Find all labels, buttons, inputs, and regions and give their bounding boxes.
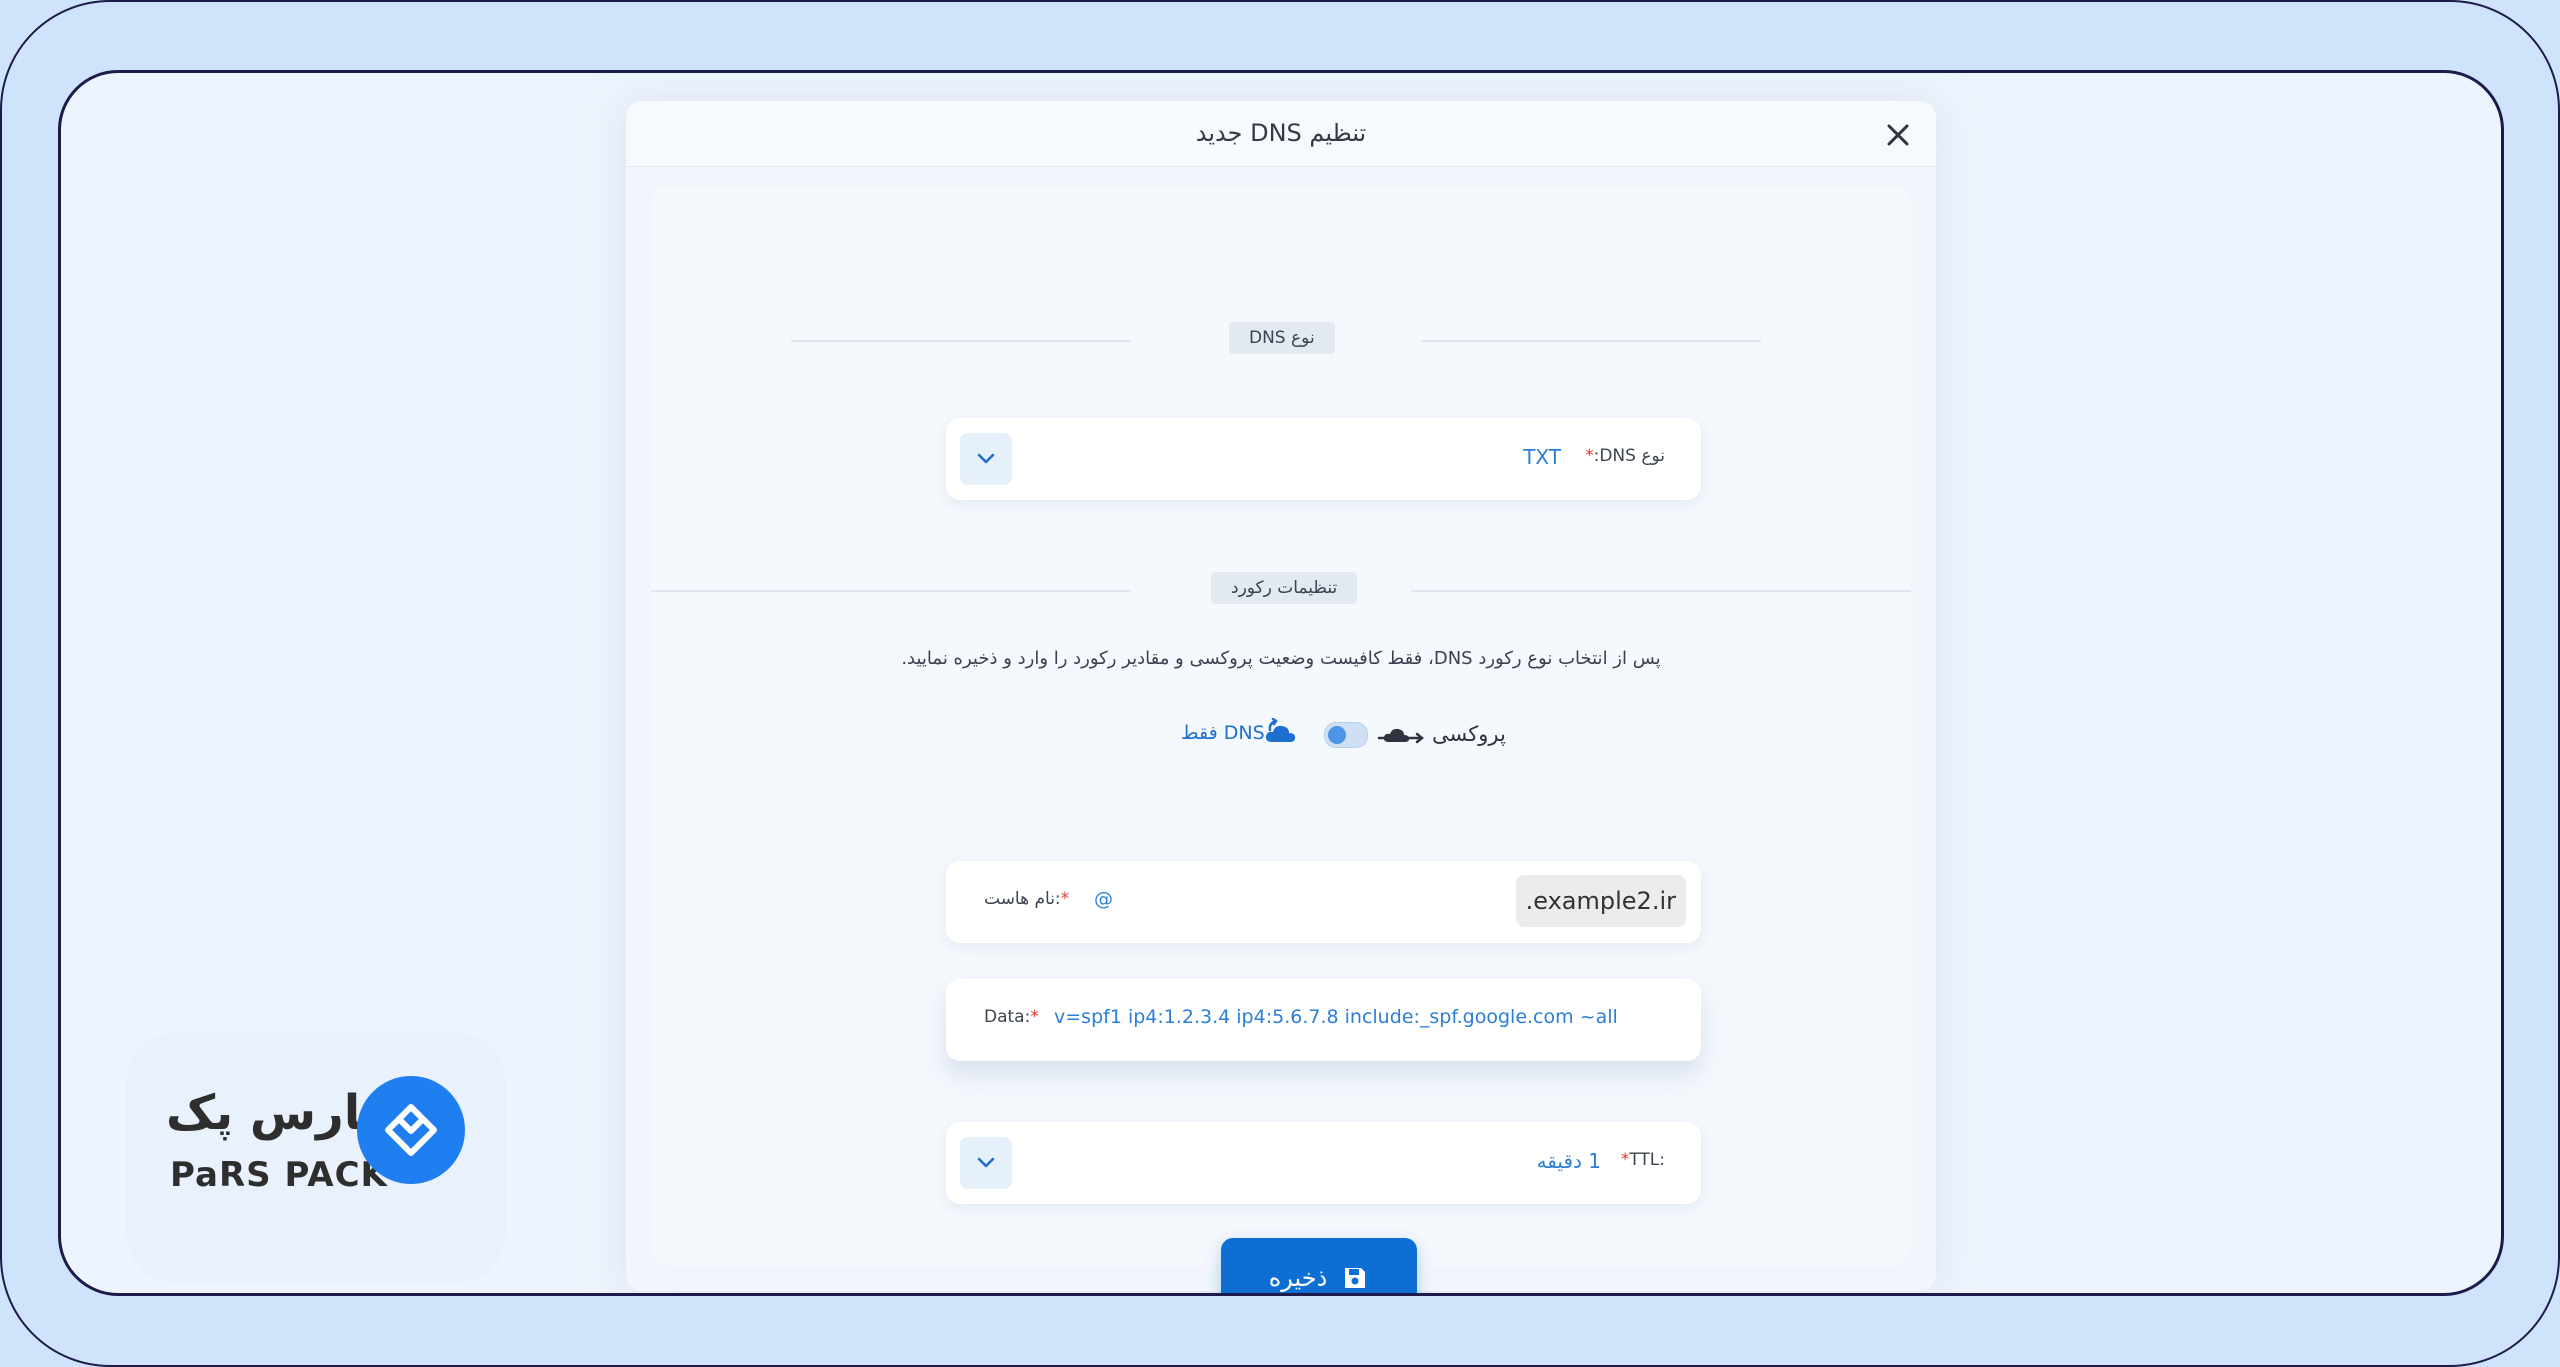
section-divider bbox=[651, 590, 1131, 592]
section-title-record-settings: تنظیمات رکورد bbox=[1211, 572, 1358, 604]
dns-type-label-text: نوع DNS: bbox=[1593, 446, 1665, 466]
chevron-down-icon bbox=[977, 453, 995, 464]
dns-only-label: DNS فقط bbox=[1181, 722, 1265, 744]
cloud-proxy-icon bbox=[1377, 728, 1425, 744]
dns-type-dropdown-button[interactable] bbox=[960, 433, 1012, 485]
host-name-label-text: :نام هاست bbox=[984, 889, 1061, 909]
required-mark: * bbox=[1060, 889, 1070, 909]
host-name-value: @ bbox=[1094, 888, 1113, 910]
parspack-logo-icon bbox=[357, 1076, 465, 1184]
new-dns-modal: تنظیم DNS جدید نوع DNS نوع DNS:* TXT تنظ… bbox=[626, 101, 1936, 1293]
ttl-label: *TTL: bbox=[1621, 1150, 1665, 1170]
toggle-knob bbox=[1328, 726, 1346, 744]
section-divider bbox=[1421, 340, 1761, 342]
host-name-label: *:نام هاست bbox=[984, 889, 1069, 909]
proxy-label: پروکسی bbox=[1432, 722, 1506, 746]
modal-title: تنظیم DNS جدید bbox=[1195, 119, 1367, 147]
logo-text-fa: پارس پک bbox=[166, 1085, 381, 1141]
ttl-label-text: TTL: bbox=[1629, 1150, 1665, 1170]
host-name-field[interactable]: *:نام هاست @ .example2.ir bbox=[946, 861, 1701, 943]
section-divider bbox=[791, 340, 1131, 342]
save-button[interactable]: ذخیره bbox=[1221, 1238, 1417, 1293]
required-mark: * bbox=[1030, 1007, 1039, 1027]
section-divider bbox=[1411, 590, 1911, 592]
modal-header: تنظیم DNS جدید bbox=[626, 101, 1936, 167]
data-value: v=spf1 ip4:1.2.3.4 ip4:5.6.7.8 include:_… bbox=[1054, 1006, 1618, 1028]
cloud-dns-only-icon bbox=[1265, 718, 1296, 742]
screen-frame: تنظیم DNS جدید نوع DNS نوع DNS:* TXT تنظ… bbox=[58, 70, 2504, 1296]
floppy-disk-icon bbox=[1345, 1268, 1366, 1288]
dns-type-label: نوع DNS:* bbox=[1585, 446, 1665, 466]
section-title-dns-type: نوع DNS bbox=[1229, 322, 1335, 354]
parspack-logo: پارس پک PaRS PACK bbox=[126, 1033, 506, 1283]
data-field[interactable]: Data:* v=spf1 ip4:1.2.3.4 ip4:5.6.7.8 in… bbox=[946, 979, 1701, 1061]
close-icon bbox=[1887, 124, 1909, 146]
modal-body: نوع DNS نوع DNS:* TXT تنظیمات رکورد پس ا… bbox=[651, 186, 1911, 1293]
data-label-text: Data: bbox=[984, 1007, 1031, 1027]
ttl-dropdown-button[interactable] bbox=[960, 1137, 1012, 1189]
chevron-down-icon bbox=[977, 1157, 995, 1168]
proxy-toggle[interactable] bbox=[1324, 722, 1368, 748]
instruction-text: پس از انتخاب نوع رکورد DNS، فقط کافیست و… bbox=[901, 648, 1661, 669]
ttl-value: 1 دقیقه bbox=[1536, 1149, 1601, 1173]
dns-type-select[interactable]: نوع DNS:* TXT bbox=[946, 418, 1701, 500]
domain-suffix: .example2.ir bbox=[1515, 875, 1686, 927]
save-label: ذخیره bbox=[1268, 1264, 1328, 1292]
data-label: Data:* bbox=[984, 1007, 1039, 1027]
close-button[interactable] bbox=[1880, 117, 1916, 153]
ttl-select[interactable]: *TTL: 1 دقیقه bbox=[946, 1122, 1701, 1204]
required-mark: * bbox=[1585, 446, 1594, 466]
dns-type-value: TXT bbox=[1523, 445, 1561, 469]
proxy-toggle-row: DNS فقط پروکسی bbox=[651, 716, 1911, 756]
